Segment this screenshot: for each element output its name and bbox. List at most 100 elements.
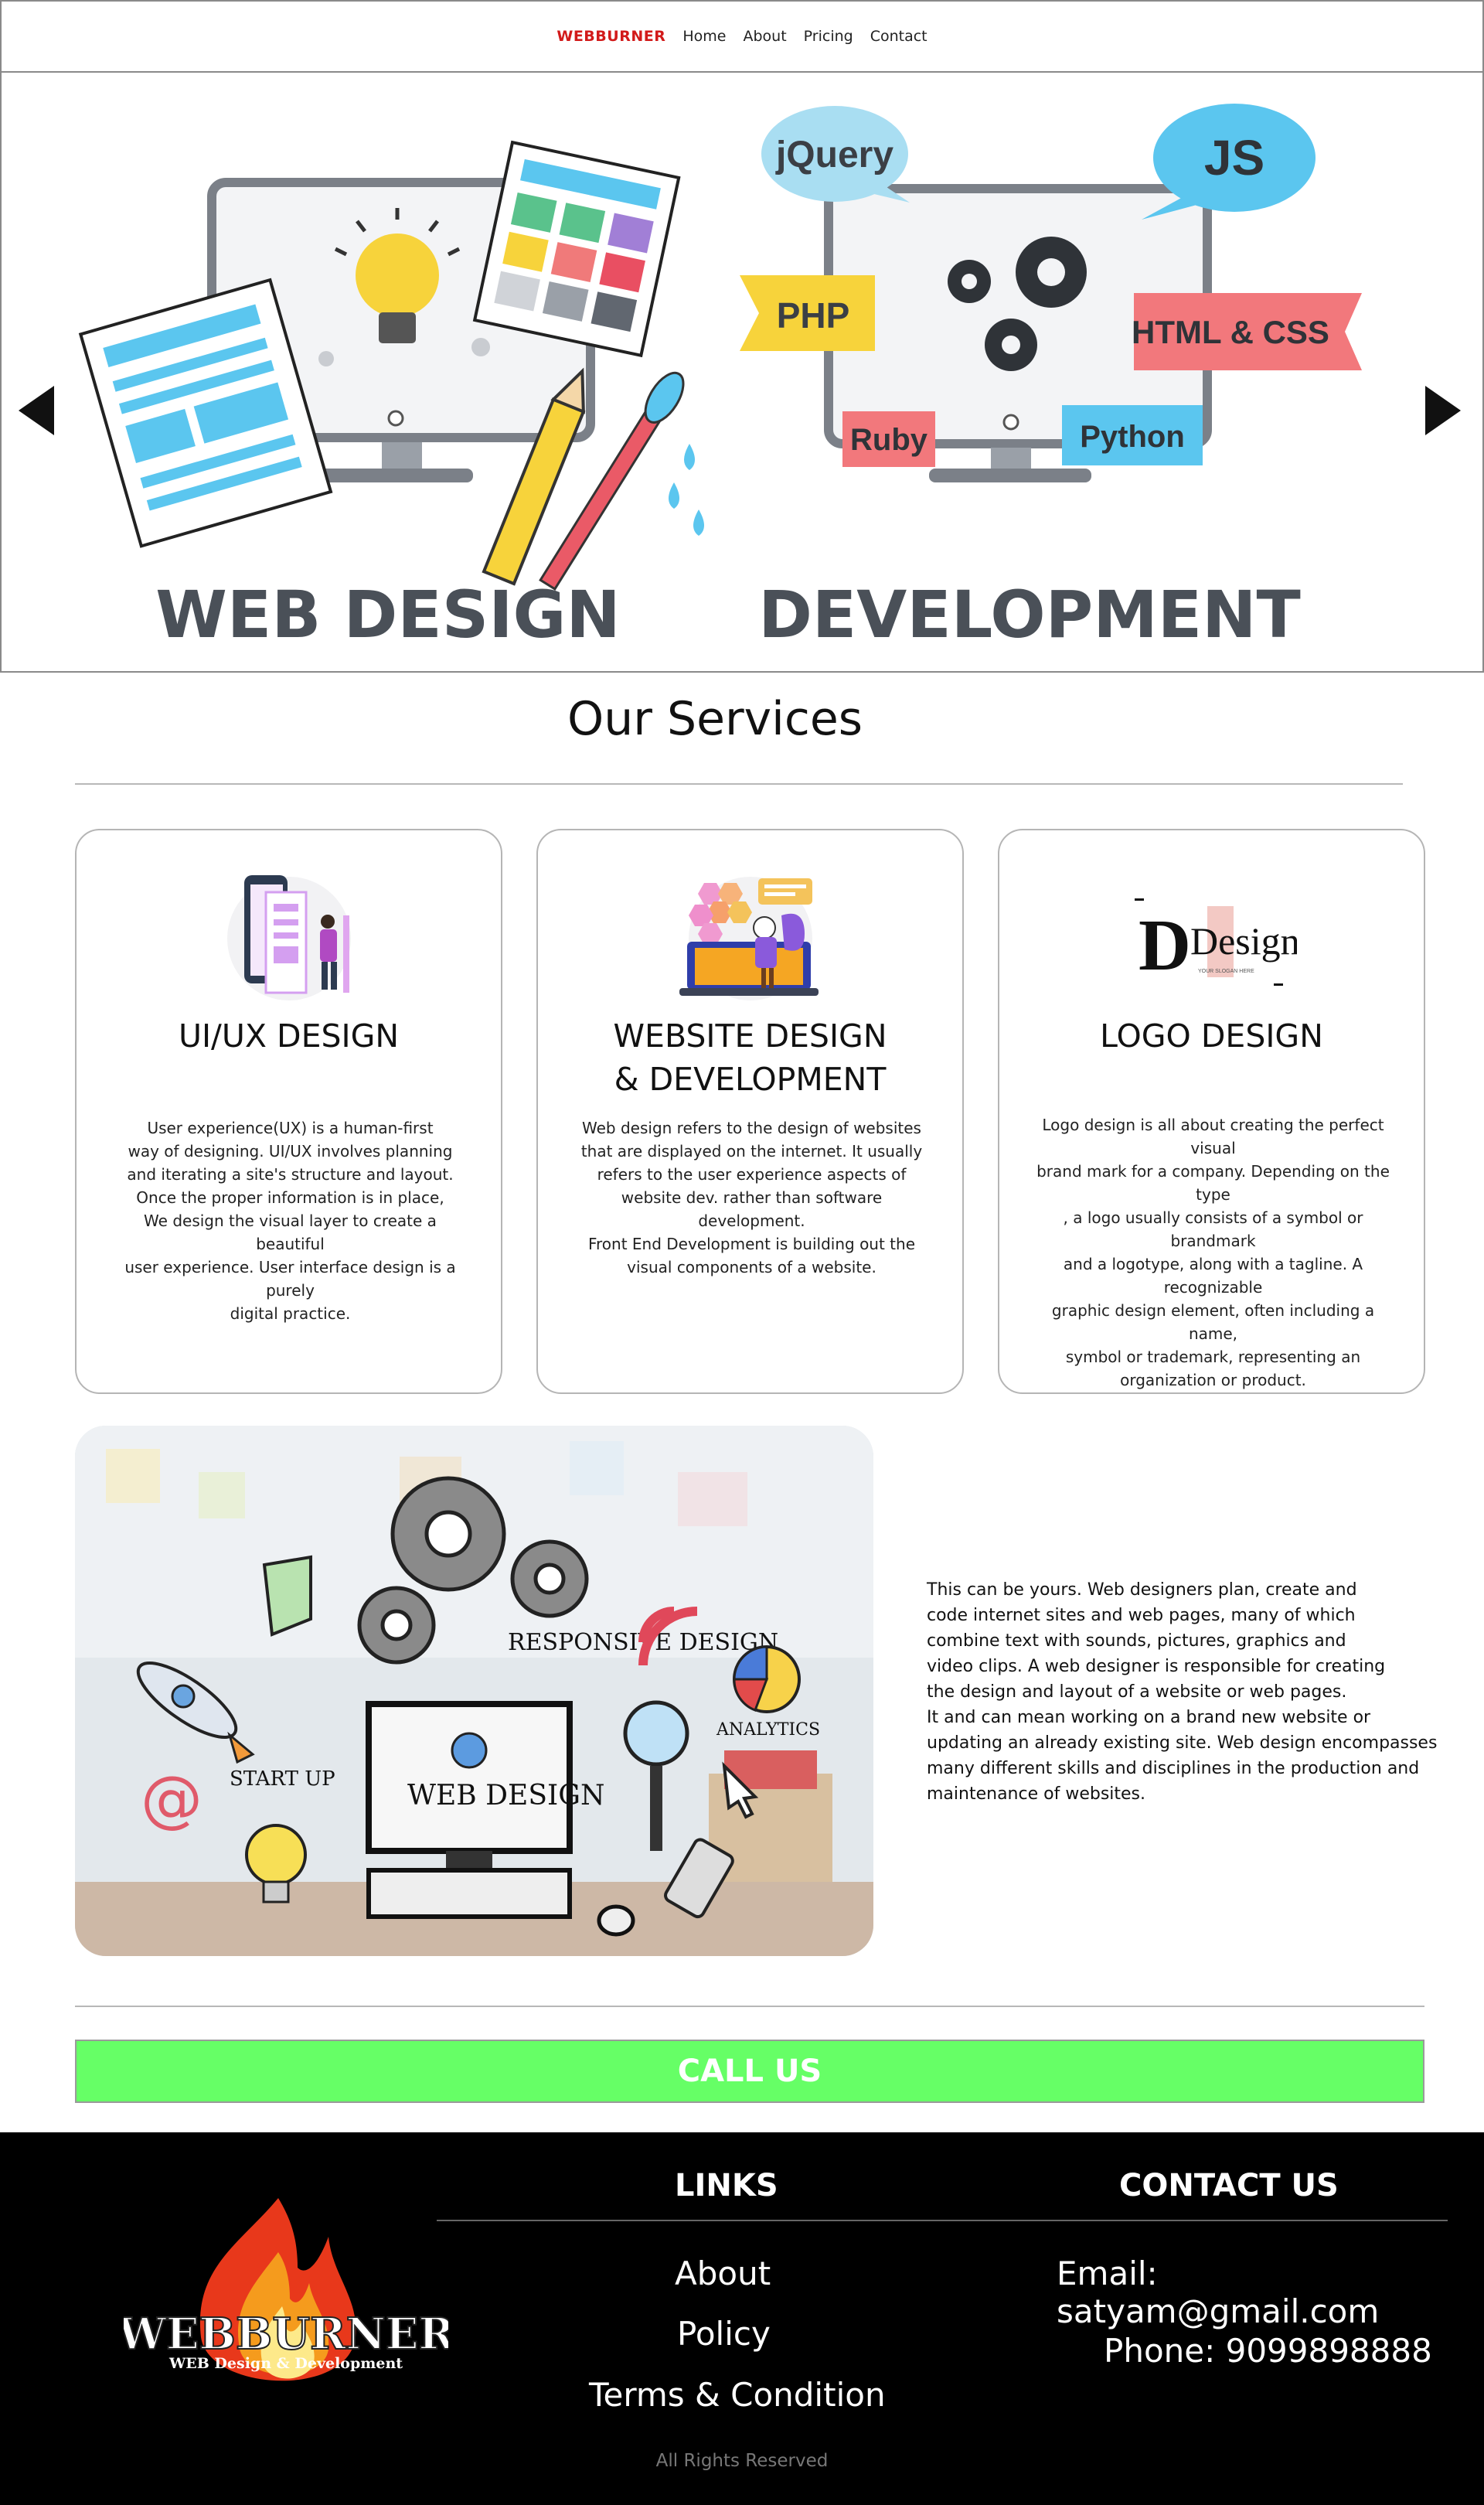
divider	[75, 2006, 1424, 2007]
paint-drop	[669, 482, 679, 509]
description-line: symbol or trademark, representing an	[1065, 1348, 1361, 1366]
ruby-tag-label: Ruby	[850, 423, 928, 457]
footer-contact-title: CONTACT US	[1119, 2168, 1339, 2203]
description-line: Logo design is all about creating the pe…	[1042, 1116, 1384, 1157]
htmlcss-banner: HTML & CSS	[1132, 293, 1362, 370]
description-line: refers to the user experience aspects of	[597, 1165, 907, 1184]
description-line: that are displayed on the internet. It u…	[580, 1142, 923, 1160]
description-line: graphic design element, often including …	[1051, 1301, 1375, 1343]
footer-links-title: LINKS	[675, 2168, 778, 2203]
hero-carousel: jQuery JS PHP HTML & CSS Ruby Python WEB…	[0, 73, 1484, 673]
logo-sample-letter: D	[1139, 905, 1191, 986]
divider	[75, 783, 1403, 785]
service-card-uiux: UI/UX DESIGN User experience(UX) is a hu…	[75, 829, 502, 1394]
description-line: We design the visual layer to create a b…	[144, 1212, 437, 1253]
feature-description: This can be yours. Web designers plan, c…	[927, 1580, 1438, 1804]
web-design-concept-image: RESPONSIVE DESIGN START UP @ WEB DESIGN	[75, 1426, 873, 1956]
description-line: Web design refers to the design of websi…	[582, 1119, 921, 1137]
description-line: website dev. rather than software develo…	[621, 1188, 883, 1230]
hero-caption-development: DEVELOPMENT	[758, 577, 1301, 653]
footer-logo-text: WEBBURNER	[124, 2309, 448, 2360]
description-line: , a logo usually consists of a symbol or…	[1063, 1208, 1363, 1250]
service-card-title: LOGO DESIGN	[999, 1014, 1424, 1058]
description-line: brand mark for a company. Depending on t…	[1036, 1162, 1390, 1204]
jquery-tag-label: jQuery	[775, 135, 893, 176]
service-card-web-development: WEBSITE DESIGN & DEVELOPMENT Web design …	[536, 829, 964, 1394]
description-line: visual components of a website.	[627, 1258, 876, 1276]
logo-sample-word: Design	[1190, 919, 1297, 963]
analytics-label: ANALYTICS	[716, 1720, 820, 1740]
service-card-description: User experience(UX) is a human-first way…	[111, 1116, 469, 1325]
nav-link-home[interactable]: Home	[682, 28, 726, 45]
python-banner: Python	[1062, 405, 1203, 465]
web-development-illustration-icon	[679, 877, 819, 1000]
description-line: Once the proper information is in place,	[136, 1188, 444, 1207]
footer-phone[interactable]: Phone: 9099898888	[1104, 2332, 1432, 2370]
monitor-power-dot	[1002, 414, 1019, 431]
footer-divider	[437, 2220, 1448, 2221]
service-card-title-line: UI/UX DESIGN	[178, 1017, 400, 1055]
web-design-label: WEB DESIGN	[407, 1780, 604, 1811]
webburner-flame-logo: WEBBURNER WEB Design & Development	[124, 2198, 448, 2381]
monitor-base	[929, 469, 1091, 482]
pie-chart-icon	[733, 1645, 801, 1713]
service-card-title-line: WEBSITE DESIGN	[613, 1017, 887, 1055]
service-card-title: UI/UX DESIGN	[77, 1014, 501, 1058]
hero-caption-web-design: WEB DESIGN	[155, 577, 620, 653]
footer-link-policy[interactable]: Policy	[677, 2315, 771, 2353]
description-line: and iterating a site's structure and lay…	[127, 1165, 454, 1184]
python-tag-label: Python	[1080, 420, 1185, 454]
decor-dot	[318, 351, 334, 366]
footer-logo-tagline: WEB Design & Development	[168, 2355, 403, 2372]
color-palette-icon	[472, 140, 681, 358]
footer-link-about[interactable]: About	[675, 2254, 771, 2292]
paint-drop	[684, 444, 695, 470]
nav-link-pricing[interactable]: Pricing	[804, 28, 853, 45]
hero-illustration: jQuery JS PHP HTML & CSS Ruby Python WEB…	[78, 104, 1362, 653]
description-line: way of designing. UI/UX involves plannin…	[128, 1142, 453, 1160]
php-tag-label: PHP	[777, 295, 850, 336]
service-card-title-line: & DEVELOPMENT	[614, 1061, 887, 1098]
decor-dot	[471, 338, 490, 356]
description-line: Front End Development is building out th…	[587, 1235, 916, 1253]
nav-link-contact[interactable]: Contact	[870, 28, 928, 45]
carousel-next-arrow-icon[interactable]	[1425, 386, 1461, 435]
services-title: Our Services	[567, 692, 863, 746]
php-banner: PHP	[740, 275, 875, 351]
gear-hole	[424, 1510, 472, 1558]
js-tag-label: JS	[1204, 130, 1264, 186]
call-us-button[interactable]: CALL US	[75, 2040, 1424, 2103]
monitor-base	[318, 469, 473, 482]
footer-link-terms[interactable]: Terms & Condition	[589, 2376, 886, 2414]
paint-drop	[693, 510, 704, 536]
uiux-illustration-icon	[226, 875, 351, 1000]
monitor-power-dot	[387, 410, 404, 427]
logo-design-sample-icon: D Design YOUR SLOGAN HERE	[1134, 898, 1297, 986]
flag-icon	[262, 1555, 312, 1637]
service-card-description: Logo design is all about creating the pe…	[1034, 1113, 1392, 1392]
service-card-description: Web design refers to the design of websi…	[573, 1116, 931, 1279]
nav-link-about[interactable]: About	[743, 28, 786, 45]
htmlcss-tag-label: HTML & CSS	[1132, 314, 1329, 350]
ruby-banner: Ruby	[842, 411, 935, 467]
description-line: User experience(UX) is a human-first	[147, 1119, 434, 1137]
web-design-sketch-illustration: RESPONSIVE DESIGN START UP @ WEB DESIGN	[75, 1426, 873, 1956]
startup-label: START UP	[230, 1767, 335, 1791]
carousel-prev-arrow-icon[interactable]	[19, 386, 54, 435]
footer-email[interactable]: Email: satyam@gmail.com	[1057, 2254, 1484, 2330]
description-line: organization or product.	[1120, 1371, 1306, 1389]
gear-hole	[533, 1563, 566, 1595]
footer-rights: All Rights Reserved	[655, 2451, 829, 2471]
at-sign-icon: @	[141, 1763, 203, 1835]
service-card-title-line: LOGO DESIGN	[1100, 1017, 1323, 1055]
service-card-logo-design: D Design YOUR SLOGAN HERE LOGO DESIGN Lo…	[998, 829, 1425, 1394]
description-line: user experience. User interface design i…	[124, 1258, 456, 1300]
gear-hole	[380, 1609, 413, 1641]
description-line: and a logotype, along with a tagline. A …	[1063, 1255, 1363, 1297]
logo-sample-slogan: YOUR SLOGAN HERE	[1198, 969, 1254, 974]
top-nav: WEBBURNER Home About Pricing Contact	[0, 0, 1484, 73]
service-card-title: WEBSITE DESIGN & DEVELOPMENT	[538, 1014, 962, 1101]
nav-brand[interactable]: WEBBURNER	[556, 28, 665, 45]
footer: WEBBURNER WEB Design & Development LINKS…	[0, 2132, 1484, 2505]
jquery-bubble: jQuery	[761, 106, 910, 203]
